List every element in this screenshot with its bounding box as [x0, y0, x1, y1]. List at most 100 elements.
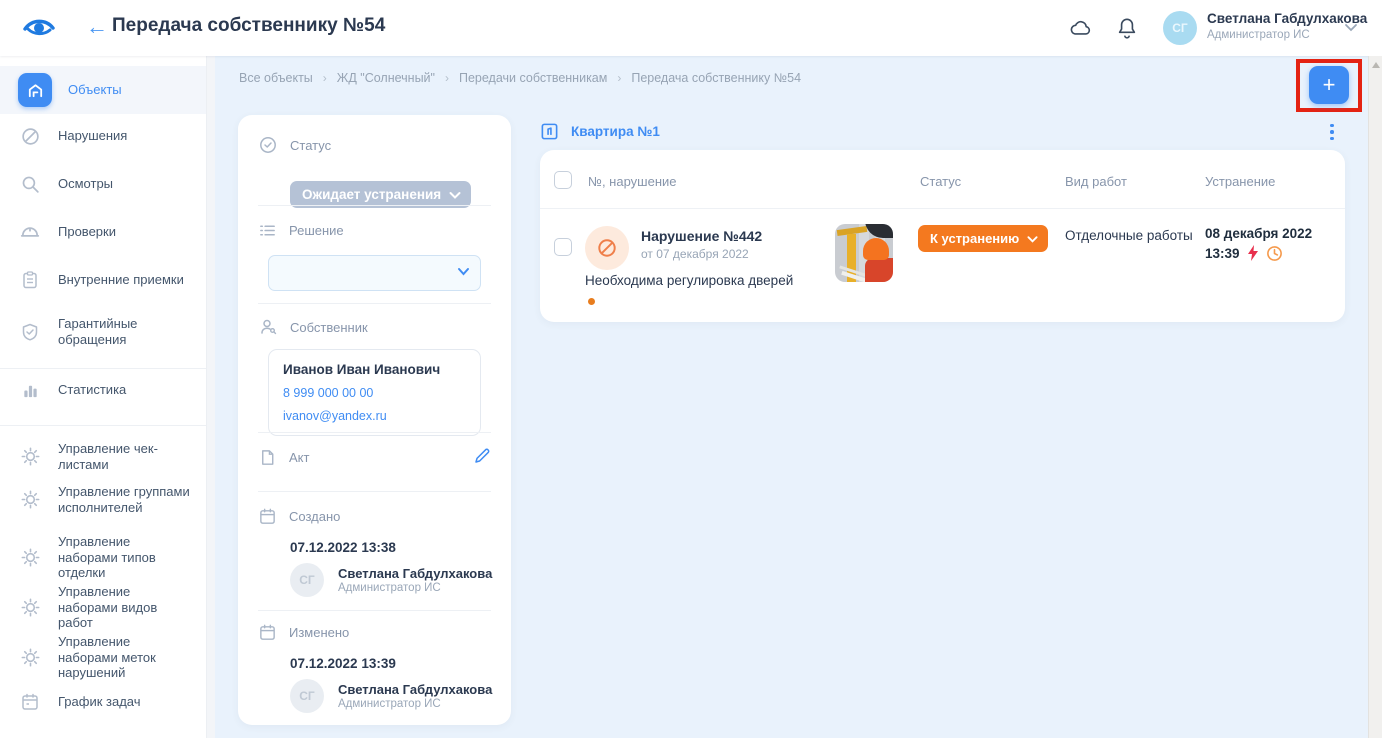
owner-card: Иванов Иван Иванович 8 999 000 00 00 iva… [268, 349, 481, 436]
modified-user-avatar: СГ [290, 679, 324, 713]
calendar-icon [18, 690, 42, 714]
status-label: Статус [290, 138, 331, 153]
owner-phone-link[interactable]: 8 999 000 00 00 [283, 386, 466, 400]
sidebar-item-inspections[interactable]: Осмотры [0, 172, 206, 196]
column-header-remediation: Устранение [1205, 174, 1275, 189]
modified-datetime: 07.12.2022 13:39 [290, 656, 396, 671]
sidebar-item-label: График задач [58, 694, 190, 710]
cloud-icon[interactable] [1068, 15, 1094, 41]
owner-person-key-icon [258, 317, 278, 337]
status-value: Ожидает устранения [302, 187, 441, 202]
row-checkbox[interactable] [554, 238, 572, 256]
sidebar-item-executor-groups-mgmt[interactable]: Управление группами исполнителей [0, 484, 206, 515]
gear-person-icon [18, 488, 42, 512]
search-icon [18, 172, 42, 196]
sidebar-item-checks[interactable]: Проверки [0, 220, 206, 244]
act-section: Акт [238, 448, 511, 467]
sidebar-item-label: Нарушения [58, 128, 190, 144]
violation-title-link[interactable]: Нарушение №442 [641, 228, 762, 244]
sidebar-item-label: Осмотры [58, 176, 190, 192]
scrollbar-up-arrow[interactable] [1372, 62, 1380, 68]
sidebar-scrollbar[interactable] [206, 56, 215, 738]
status-dropdown[interactable]: Ожидает устранения [290, 181, 471, 208]
add-button[interactable]: + [1309, 66, 1349, 104]
app-header: ← Передача собственнику №54 СГ Светлана … [0, 0, 1382, 56]
kebab-menu-icon[interactable] [1323, 122, 1341, 142]
sidebar-item-internal-acceptances[interactable]: Внутренние приемки [0, 268, 206, 292]
breadcrumb-item[interactable]: Передачи собственникам [459, 71, 607, 85]
sidebar-item-label: Управление чек-листами [58, 441, 190, 472]
panel-divider [258, 303, 491, 304]
bar-chart-icon [18, 378, 42, 402]
modified-section: Изменено 07.12.2022 13:39 СГ Светлана Га… [238, 623, 511, 642]
modified-user-role: Администратор ИС [338, 698, 492, 710]
table-divider [540, 208, 1345, 209]
created-user-avatar: СГ [290, 563, 324, 597]
gear-arrow-icon [18, 545, 42, 569]
breadcrumb: Все объекты › ЖД "Солнечный" › Передачи … [239, 71, 801, 85]
sidebar-divider [0, 368, 206, 369]
sidebar-item-task-schedule[interactable]: График задач [0, 690, 206, 714]
sidebar-item-label: Статистика [58, 382, 190, 398]
violation-photo-thumbnail[interactable] [835, 224, 893, 282]
sidebar-item-objects[interactable]: Объекты [0, 66, 206, 114]
sidebar-item-label: Внутренние приемки [58, 272, 190, 288]
created-label: Создано [289, 509, 340, 524]
row-status-dropdown[interactable]: К устранению [918, 225, 1048, 252]
sidebar-item-work-types-mgmt[interactable]: Управление наборами видов работ [0, 584, 206, 631]
home-icon [18, 73, 52, 107]
transfer-detail-panel: Статус Ожидает устранения Решение [238, 115, 511, 725]
column-header-violation: №, нарушение [588, 174, 677, 189]
user-menu-chevron-down-icon[interactable] [1344, 22, 1358, 32]
hard-hat-icon [18, 220, 42, 244]
breadcrumb-item[interactable]: ЖД "Солнечный" [337, 71, 435, 85]
column-header-status: Статус [920, 174, 961, 189]
sidebar-item-finish-types-mgmt[interactable]: Управление наборами типов отделки [0, 534, 206, 581]
edit-pencil-icon[interactable] [471, 445, 493, 467]
bell-icon[interactable] [1114, 15, 1140, 41]
window-scrollbar[interactable] [1368, 56, 1382, 738]
apartment-group-header[interactable]: Квартира №1 [540, 122, 660, 141]
violation-tag-dot [588, 298, 595, 305]
violation-no-entry-icon [585, 226, 629, 270]
remediation-date: 08 декабря 2022 [1205, 224, 1312, 244]
sidebar-item-label: Объекты [68, 82, 200, 98]
work-type-cell: Отделочные работы [1065, 228, 1193, 243]
breadcrumb-item[interactable]: Все объекты [239, 71, 313, 85]
sidebar-item-violation-tags-mgmt[interactable]: Управление наборами меток нарушений [0, 634, 206, 681]
list-icon [258, 221, 277, 240]
user-avatar[interactable]: СГ [1163, 11, 1197, 45]
select-all-checkbox[interactable] [554, 171, 572, 189]
calendar-icon [258, 507, 277, 526]
created-user-name: Светлана Габдулхакова [338, 566, 492, 583]
sidebar-item-violations[interactable]: Нарушения [0, 124, 206, 148]
status-check-circle-icon [258, 135, 278, 155]
sidebar-item-checklists-mgmt[interactable]: Управление чек-листами [0, 441, 206, 472]
main-content: Все объекты › ЖД "Солнечный" › Передачи … [215, 56, 1382, 738]
sidebar-divider [0, 425, 206, 426]
breadcrumb-separator: › [445, 71, 449, 85]
chevron-down-icon [457, 267, 470, 276]
no-entry-icon [18, 124, 42, 148]
act-label: Акт [289, 450, 309, 465]
decision-label: Решение [289, 223, 344, 238]
breadcrumb-item-current: Передача собственнику №54 [631, 71, 801, 85]
sidebar-item-label: Гарантийные обращения [58, 316, 190, 347]
violation-description: Необходима регулировка дверей [585, 273, 793, 288]
sidebar-item-label: Проверки [58, 224, 190, 240]
modified-user-name: Светлана Габдулхакова [338, 682, 492, 699]
document-icon [258, 448, 277, 467]
back-arrow-icon[interactable]: ← [84, 13, 110, 41]
shield-check-icon [18, 320, 42, 344]
owner-section: Собственник Иванов Иван Иванович 8 999 0… [238, 317, 511, 337]
modified-label: Изменено [289, 625, 349, 640]
apartment-icon [540, 122, 559, 141]
owner-email-link[interactable]: ivanov@yandex.ru [283, 409, 466, 423]
app-logo-eye-icon[interactable] [22, 12, 56, 44]
sidebar-item-warranty-claims[interactable]: Гарантийные обращения [0, 316, 206, 347]
decision-select[interactable] [268, 255, 481, 291]
owner-name: Иванов Иван Иванович [283, 362, 466, 377]
gear-wrench-icon [18, 595, 42, 619]
breadcrumb-separator: › [617, 71, 621, 85]
sidebar-item-statistics[interactable]: Статистика [0, 378, 206, 402]
